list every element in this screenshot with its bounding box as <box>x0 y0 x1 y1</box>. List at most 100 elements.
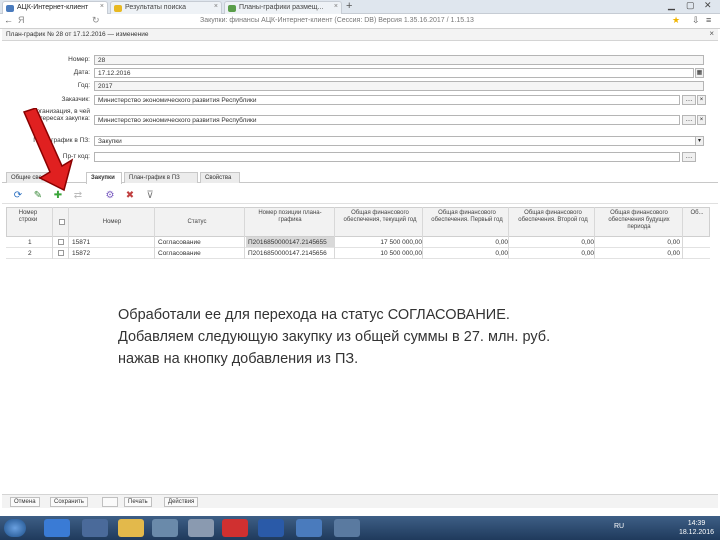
col-future[interactable]: Общая финансового обеспечения будущих пе… <box>597 210 681 231</box>
col-more[interactable]: Об... <box>687 210 707 217</box>
close-icon[interactable]: × <box>334 3 338 10</box>
filter-icon[interactable]: ⊽ <box>144 190 156 202</box>
date-label: Дата: <box>73 69 90 76</box>
col-row-number[interactable]: Номер строки <box>13 210 43 224</box>
number-field[interactable]: 28 <box>94 55 704 65</box>
table-header: Номер строки Номер Статус Номер позиции … <box>6 207 710 237</box>
clear-icon[interactable]: × <box>697 115 706 125</box>
row-number: 1 <box>28 239 32 246</box>
actions-button[interactable]: Действия <box>164 497 199 507</box>
row-second-year: 0,00 <box>581 239 594 246</box>
table-row[interactable]: 1 15871 Согласование П2016850000147.2145… <box>6 237 710 248</box>
row-purchase-number: 15871 <box>72 239 91 246</box>
delete-icon[interactable]: ✖ <box>124 190 136 202</box>
form-tabs: Общие сведения Закупки План-график в ПЗ … <box>2 171 718 184</box>
window-close-icon[interactable]: ✕ <box>704 0 712 11</box>
maximize-icon[interactable]: ▢ <box>686 0 695 11</box>
minimize-icon[interactable]: ▁ <box>668 0 675 11</box>
row-future: 0,00 <box>667 250 680 257</box>
back-icon[interactable]: ← <box>4 15 13 25</box>
annotation-text: Обработали ее для перехода на статус СОГ… <box>118 304 678 370</box>
word-icon[interactable] <box>258 519 284 537</box>
close-icon[interactable]: × <box>214 3 218 10</box>
clock-time: 14:39 <box>687 520 706 527</box>
col-second-year[interactable]: Общая финансового обеспечения. Второй го… <box>511 210 595 224</box>
download-icon[interactable]: ⇩ <box>692 15 700 26</box>
year-field[interactable]: 2017 <box>94 81 704 91</box>
app-favicon-icon <box>6 5 14 12</box>
extra-select-button[interactable]: … <box>682 152 696 162</box>
app-taskbar-icon[interactable] <box>334 519 360 537</box>
print-button[interactable]: Печать <box>124 497 152 507</box>
calendar-icon[interactable]: ▦ <box>695 68 704 78</box>
bookmark-star-icon[interactable]: ★ <box>672 15 680 26</box>
organization-field[interactable]: Министерство экономического развития Рес… <box>94 115 680 125</box>
col-number[interactable]: Номер <box>87 219 137 226</box>
col-first-year[interactable]: Общая финансового обеспечения. Первый го… <box>425 210 509 224</box>
url-field[interactable]: Закупки: финансы АЦК-Интернет-клиент (Се… <box>200 17 474 24</box>
column-divider <box>422 207 423 259</box>
tab-purchases[interactable]: Закупки <box>86 172 122 184</box>
language-indicator[interactable]: RU <box>614 523 624 530</box>
browser-tab-3[interactable]: Планы-графики размещ... × <box>224 1 342 14</box>
start-button-icon[interactable] <box>4 519 26 537</box>
yandex-browser-icon[interactable] <box>222 519 248 537</box>
table-row[interactable]: 2 15872 Согласование П2016850000147.2145… <box>6 248 710 259</box>
document-form: Номер: 28 Дата: 17.12.2016 ▦ Год: 2017 З… <box>2 41 718 162</box>
row-future: 0,00 <box>667 239 680 246</box>
refresh-icon[interactable]: ↻ <box>92 15 100 26</box>
new-tab-icon[interactable]: + <box>346 0 352 12</box>
close-document-icon[interactable]: × <box>709 29 714 38</box>
tab-properties[interactable]: Свойства <box>200 172 240 183</box>
date-field[interactable]: 17.12.2016 <box>94 68 694 78</box>
row-checkbox[interactable] <box>58 250 64 256</box>
app-taskbar-icon[interactable] <box>188 519 214 537</box>
ie-icon[interactable] <box>44 519 70 537</box>
address-bar: ← Я ↻ Закупки: финансы АЦК-Интернет-клие… <box>0 14 720 29</box>
select-all-checkbox[interactable] <box>59 219 65 225</box>
organization-select-button[interactable]: … <box>682 115 696 125</box>
folder-icon[interactable] <box>118 519 144 537</box>
row-first-year: 0,00 <box>495 239 508 246</box>
col-position[interactable]: Номер позиции плана-графика <box>247 210 333 224</box>
windows-taskbar: RU 14:39 18.12.2016 <box>0 516 720 540</box>
column-divider <box>334 207 335 259</box>
row-status: Согласование <box>158 250 201 257</box>
column-divider <box>508 207 509 259</box>
close-icon[interactable]: × <box>100 3 104 10</box>
extra-field[interactable] <box>94 152 680 162</box>
cancel-button[interactable]: Отмена <box>10 497 40 507</box>
column-divider <box>52 207 53 259</box>
browser-tab-1[interactable]: АЦК-Интернет-клиент × <box>2 1 108 14</box>
plan-in-pz-field[interactable]: Закупки <box>94 136 704 146</box>
document-title-bar: План-график № 28 от 17.12.2016 — изменен… <box>2 29 718 41</box>
row-checkbox[interactable] <box>58 239 64 245</box>
number-label: Номер: <box>68 56 90 63</box>
column-divider <box>244 207 245 259</box>
save-button[interactable]: Сохранить <box>50 497 88 507</box>
app-taskbar-icon[interactable] <box>152 519 178 537</box>
clear-icon[interactable]: × <box>697 95 706 105</box>
system-clock[interactable]: 14:39 18.12.2016 <box>679 519 714 537</box>
chevron-down-icon[interactable]: ▾ <box>695 136 704 146</box>
col-current-year[interactable]: Общая финансового обеспечения, текущий г… <box>337 210 423 224</box>
column-divider <box>682 207 683 259</box>
attach-button[interactable] <box>102 497 118 507</box>
app-taskbar-icon[interactable] <box>296 519 322 537</box>
settings-icon[interactable]: ⚙ <box>104 190 116 202</box>
customer-select-button[interactable]: … <box>682 95 696 105</box>
app-taskbar-icon[interactable] <box>82 519 108 537</box>
browser-tab-label: Результаты поиска <box>125 4 187 11</box>
red-arrow-annotation <box>22 108 74 192</box>
row-position: П2016850000147.2145656 <box>248 250 327 257</box>
customer-field[interactable]: Министерство экономического развития Рес… <box>94 95 680 105</box>
tab-plan-in-pz[interactable]: План-график в ПЗ <box>124 172 198 183</box>
col-status[interactable]: Статус <box>167 219 227 226</box>
column-divider <box>594 207 595 259</box>
browser-tab-2[interactable]: Результаты поиска × <box>110 1 222 14</box>
annotation-line-2: Добавляем следующую закупку из общей сум… <box>118 329 551 345</box>
browser-tab-label: АЦК-Интернет-клиент <box>17 4 89 11</box>
row-first-year: 0,00 <box>495 250 508 257</box>
yandex-icon[interactable]: Я <box>18 15 25 25</box>
menu-icon[interactable]: ≡ <box>706 15 711 25</box>
